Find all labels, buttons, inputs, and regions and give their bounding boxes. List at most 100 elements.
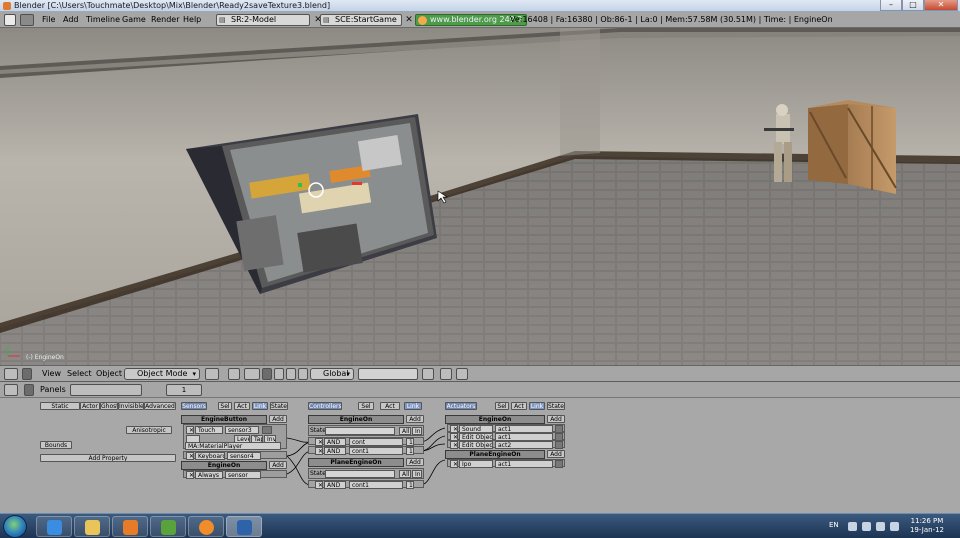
add-property-button[interactable]: Add Property <box>40 454 176 462</box>
actuator-type-select[interactable]: Ipo <box>459 460 493 468</box>
controller-type-select[interactable]: AND <box>324 481 346 489</box>
pulse-icon[interactable] <box>262 426 272 434</box>
menu-game[interactable]: Game <box>122 15 146 24</box>
add-controller-button[interactable]: Add <box>406 458 424 466</box>
state-all-button[interactable]: All <box>399 427 411 435</box>
add-actuator-button[interactable]: Add <box>547 450 565 458</box>
controller-name-field[interactable]: cont <box>349 438 403 446</box>
add-actuator-button[interactable]: Add <box>547 415 565 423</box>
delete-sensor-icon[interactable]: ✕ <box>186 452 194 460</box>
clock[interactable]: 11:26 PM 19-Jan-12 <box>905 517 949 535</box>
delete-sensor-icon[interactable]: ✕ <box>186 426 194 434</box>
collapse-header-icon[interactable] <box>22 368 32 380</box>
actuator-name-field[interactable]: act2 <box>495 441 553 449</box>
sensor-object-header[interactable]: EngineButton <box>181 415 267 424</box>
actuator-object-header[interactable]: EngineOn <box>445 415 545 424</box>
sensor-type-select[interactable]: Always <box>195 471 223 479</box>
screen-selector[interactable]: ▤ SR:2-Model <box>216 14 310 26</box>
add-controller-button[interactable]: Add <box>406 415 424 423</box>
orientation-select[interactable]: Global ▾ <box>310 368 354 380</box>
translate-icon[interactable] <box>274 368 284 380</box>
sensors-filter-state[interactable]: State <box>270 402 288 410</box>
controllers-filter-act[interactable]: Act <box>380 402 400 410</box>
material-field[interactable]: MA:MaterialPlayer <box>185 442 281 450</box>
scene-selector[interactable]: ▤ SCE:StartGame <box>320 14 402 26</box>
tab-static[interactable]: Static <box>40 402 80 410</box>
delete-actuator-icon[interactable]: ✕ <box>450 441 458 449</box>
taskbar-file-explorer[interactable] <box>74 516 110 537</box>
start-button[interactable] <box>3 515 27 538</box>
lock-icon[interactable] <box>422 368 434 380</box>
window-type-icon[interactable] <box>4 14 16 26</box>
expand-icon[interactable] <box>555 441 563 449</box>
state-ini-button[interactable]: Ini <box>412 427 422 435</box>
state-grid[interactable] <box>325 470 395 478</box>
delete-scene-icon[interactable]: ✕ <box>404 15 414 25</box>
tray-arrow-icon[interactable] <box>848 522 857 531</box>
taskbar-utorrent[interactable] <box>150 516 186 537</box>
bounds-button[interactable]: Bounds <box>40 441 72 449</box>
pivot-icon[interactable] <box>228 368 240 380</box>
render-preview-icon[interactable] <box>440 368 452 380</box>
collapse-menu-icon[interactable] <box>20 14 34 26</box>
add-sensor-button[interactable]: Add <box>269 415 287 423</box>
action-center-icon[interactable] <box>862 522 871 531</box>
taskbar-internet-explorer[interactable] <box>36 516 72 537</box>
scale-icon[interactable] <box>298 368 308 380</box>
controller-name-field[interactable]: cont1 <box>349 481 403 489</box>
controller-state-field[interactable]: 1 <box>406 447 414 455</box>
layer-buttons[interactable] <box>358 368 418 380</box>
maximize-button[interactable]: □ <box>902 0 924 11</box>
sensors-filter-link[interactable]: Link <box>252 402 268 410</box>
controller-type-select[interactable]: AND <box>324 438 346 446</box>
volume-icon[interactable] <box>890 522 899 531</box>
sensor-name-field[interactable]: sensor3 <box>225 426 259 434</box>
taskbar-blender-player[interactable] <box>226 516 262 537</box>
sensor-name-field[interactable]: sensor <box>225 471 261 479</box>
actuators-filter-link[interactable]: Link <box>529 402 545 410</box>
menu-file[interactable]: File <box>42 15 55 24</box>
menu-view[interactable]: View <box>42 369 61 378</box>
menu-object[interactable]: Object <box>96 369 122 378</box>
state-all-button[interactable]: All <box>399 470 411 478</box>
actuator-object-header[interactable]: PlaneEngineOn <box>445 450 545 459</box>
collapse-header-icon[interactable] <box>24 384 34 396</box>
hand-manipulator-icon[interactable] <box>262 368 272 380</box>
delete-controller-icon[interactable]: ✕ <box>315 438 323 446</box>
context-buttons[interactable] <box>70 384 142 396</box>
delete-sensor-icon[interactable]: ✕ <box>186 471 194 479</box>
actuator-name-field[interactable]: act1 <box>495 460 553 468</box>
taskbar-blender[interactable] <box>188 516 224 537</box>
snap-icon[interactable] <box>244 368 260 380</box>
game-viewport[interactable]: (-) EngineOn <box>0 28 960 365</box>
language-indicator[interactable]: EN <box>829 521 839 529</box>
delete-controller-icon[interactable]: ✕ <box>315 481 323 489</box>
controller-state-field[interactable]: 1 <box>406 481 414 489</box>
menu-help[interactable]: Help <box>183 15 201 24</box>
add-sensor-button[interactable]: Add <box>269 461 287 469</box>
menu-add[interactable]: Add <box>63 15 79 24</box>
minimize-button[interactable]: – <box>880 0 902 11</box>
sensors-filter-sel[interactable]: Sel <box>218 402 232 410</box>
tab-actor[interactable]: Actor <box>80 402 100 410</box>
menu-render[interactable]: Render <box>151 15 179 24</box>
tab-ghost[interactable]: Ghost <box>100 402 118 410</box>
controller-object-header[interactable]: EngineOn <box>308 415 404 424</box>
camera-icon[interactable] <box>456 368 468 380</box>
controller-state-field[interactable]: 1 <box>406 438 414 446</box>
menu-select[interactable]: Select <box>67 369 92 378</box>
sensors-filter-act[interactable]: Act <box>234 402 250 410</box>
frame-counter[interactable]: 1 <box>166 384 202 396</box>
actuators-filter-act[interactable]: Act <box>511 402 527 410</box>
actuator-type-select[interactable]: Edit Object <box>459 441 493 449</box>
state-grid[interactable] <box>325 427 395 435</box>
tab-advanced[interactable]: Advanced <box>144 402 176 410</box>
state-ini-button[interactable]: Ini <box>412 470 422 478</box>
controllers-filter-sel[interactable]: Sel <box>358 402 374 410</box>
close-button[interactable]: ✕ <box>924 0 958 11</box>
actuators-filter-sel[interactable]: Sel <box>495 402 509 410</box>
mode-select[interactable]: Object Mode ▾ <box>124 368 200 380</box>
controller-type-select[interactable]: AND <box>324 447 346 455</box>
taskbar-media-player[interactable] <box>112 516 148 537</box>
editor-type-icon[interactable] <box>4 368 18 380</box>
